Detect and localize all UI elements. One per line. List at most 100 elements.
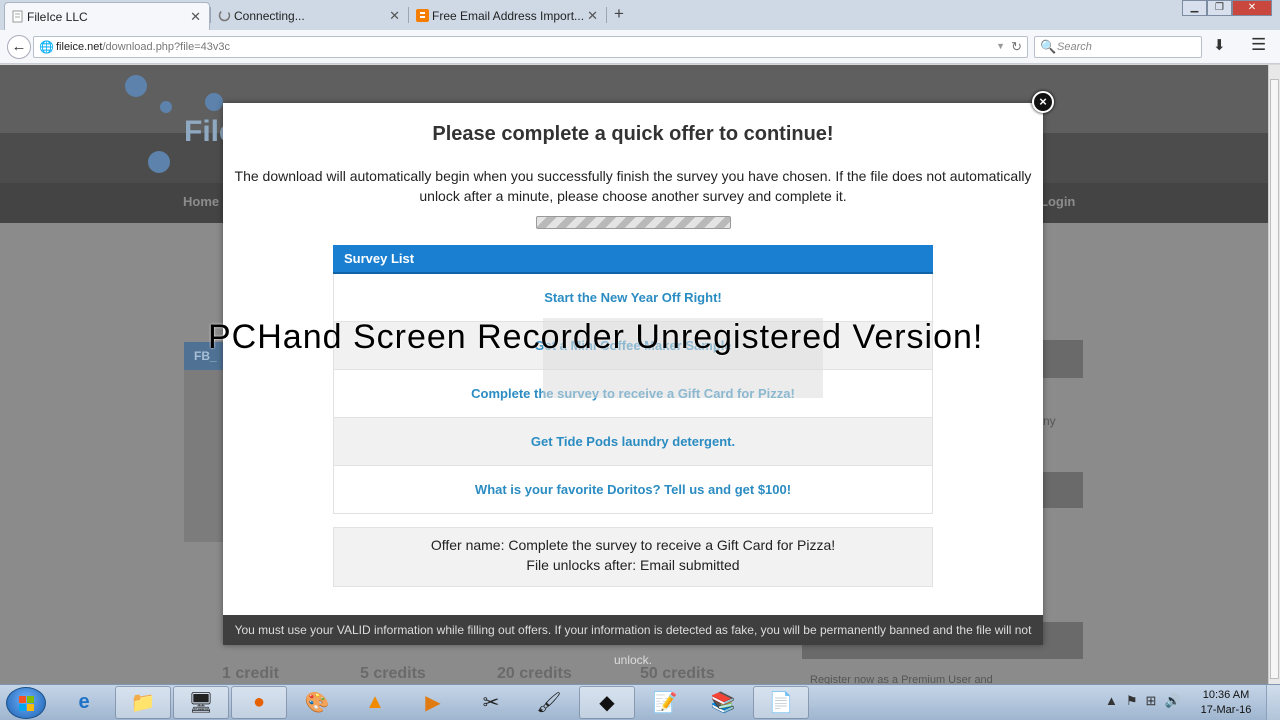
minimize-icon: ▁ bbox=[1190, 2, 1199, 13]
survey-list-header: Survey List bbox=[333, 245, 933, 274]
taskbar-media-player[interactable]: ▶ bbox=[405, 686, 461, 719]
back-arrow-icon: ← bbox=[11, 38, 27, 55]
window-close-button[interactable]: ✕ bbox=[1232, 0, 1272, 16]
reload-icon[interactable]: ↻ bbox=[1011, 39, 1022, 55]
taskbar-file[interactable]: 📄 bbox=[753, 686, 809, 719]
taskbar-paint[interactable]: 🎨 bbox=[289, 686, 345, 719]
notepad-icon: 📝 bbox=[652, 692, 678, 714]
right-panel-block bbox=[1043, 472, 1083, 508]
show-desktop-button[interactable] bbox=[1266, 685, 1280, 720]
survey-link[interactable]: Get Tide Pods laundry detergent. bbox=[333, 418, 933, 466]
logo-dot bbox=[148, 151, 170, 173]
recorder-watermark: PCHand Screen Recorder Unregistered Vers… bbox=[208, 318, 984, 356]
search-icon: 🔍 bbox=[1040, 39, 1057, 54]
tab-title: FileIce LLC bbox=[27, 9, 88, 24]
search-box[interactable]: 🔍 Search bbox=[1034, 36, 1202, 58]
taskbar-explorer[interactable]: 📁 bbox=[115, 686, 171, 719]
taskbar-ie[interactable]: e bbox=[56, 686, 112, 719]
app-icon: ◆ bbox=[599, 692, 615, 714]
new-tab-button[interactable]: + bbox=[614, 4, 624, 24]
left-panel bbox=[184, 370, 224, 542]
modal-description: The download will automatically begin wh… bbox=[234, 168, 1032, 204]
snipping-icon: ✂ bbox=[482, 692, 500, 714]
url-history-dropdown-icon[interactable]: ▼ bbox=[996, 41, 1005, 51]
blogger-icon bbox=[416, 9, 429, 22]
paint-brush-icon: 🖌 bbox=[536, 692, 562, 714]
network-icon[interactable]: ⊞ bbox=[1146, 693, 1165, 708]
url-text: fileice.net/download.php?file=43v3c bbox=[56, 41, 230, 53]
survey-link[interactable]: Start the New Year Off Right! bbox=[333, 274, 933, 322]
close-tab-icon[interactable]: ✕ bbox=[389, 8, 400, 24]
close-icon: × bbox=[1039, 94, 1047, 109]
credit-option[interactable]: 1 credit bbox=[222, 665, 279, 683]
back-button[interactable]: ← bbox=[7, 35, 31, 59]
side-text: ny bbox=[1043, 414, 1056, 428]
nav-home-link[interactable]: Home bbox=[183, 194, 219, 209]
restore-icon: ❐ bbox=[1215, 2, 1224, 13]
action-center-icon[interactable]: ⚑ bbox=[1126, 693, 1146, 708]
control-panel-icon: 🖥 bbox=[188, 692, 214, 714]
firefox-icon: ● bbox=[252, 691, 266, 713]
clock[interactable]: 10:36 AM 17-Mar-16 bbox=[1196, 688, 1256, 718]
explorer-icon: 📁 bbox=[130, 692, 156, 714]
survey-link[interactable]: What is your favorite Doritos? Tell us a… bbox=[333, 466, 933, 514]
close-tab-icon[interactable]: ✕ bbox=[190, 9, 201, 25]
taskbar-paint-brush[interactable]: 🖌 bbox=[521, 686, 577, 719]
ie-icon: e bbox=[78, 691, 90, 713]
tray-expand-icon[interactable]: ▲ bbox=[1105, 693, 1126, 708]
progress-bar bbox=[536, 216, 731, 229]
tab-divider bbox=[210, 7, 211, 23]
navigation-bar: ← 🌐 fileice.net/download.php?file=43v3c … bbox=[0, 30, 1280, 64]
page-icon bbox=[12, 10, 23, 23]
windows-logo-icon bbox=[19, 696, 34, 711]
page-scrollbar[interactable] bbox=[1268, 65, 1280, 685]
downloads-icon[interactable]: ⬇ bbox=[1213, 36, 1226, 54]
nav-login-link[interactable]: Login bbox=[1040, 194, 1075, 209]
clock-date: 17-Mar-16 bbox=[1200, 704, 1252, 716]
file-icon: 📄 bbox=[768, 692, 794, 714]
minimize-button[interactable]: ▁ bbox=[1182, 0, 1207, 16]
taskbar-winrar[interactable]: 📚 bbox=[695, 686, 751, 719]
media-player-icon: ▶ bbox=[425, 692, 441, 714]
url-host: fileice.net bbox=[56, 41, 103, 53]
logo-dot bbox=[160, 101, 172, 113]
paint-icon: 🎨 bbox=[304, 692, 330, 714]
scrollbar-thumb[interactable] bbox=[1270, 79, 1279, 679]
taskbar-app[interactable]: ◆ bbox=[579, 686, 635, 719]
taskbar-notepad[interactable]: 📝 bbox=[637, 686, 693, 719]
taskbar-firefox[interactable]: ● bbox=[231, 686, 287, 719]
clock-time: 10:36 AM bbox=[1202, 689, 1250, 701]
modal-close-button[interactable]: × bbox=[1032, 91, 1054, 113]
taskbar-control-panel[interactable]: 🖥 bbox=[173, 686, 229, 719]
offer-info-box: Offer name: Complete the survey to recei… bbox=[333, 527, 933, 587]
tab-title: Connecting... bbox=[234, 9, 305, 23]
taskbar-snipping[interactable]: ✂ bbox=[463, 686, 519, 719]
close-icon: ✕ bbox=[1247, 2, 1257, 13]
modal-title: Please complete a quick offer to continu… bbox=[432, 123, 834, 145]
taskbar: e 📁 🖥 ● 🎨 ▲ ▶ ✂ 🖌 ◆ 📝 📚 📄 ▲⚑⊞🔊 10:36 AM … bbox=[0, 684, 1280, 720]
loading-icon bbox=[218, 9, 231, 22]
tab-email-import[interactable]: Free Email Address Import... ✕ bbox=[410, 2, 606, 30]
tab-bar: FileIce LLC ✕ Connecting... ✕ Free Email… bbox=[0, 0, 1280, 30]
progress-fill bbox=[537, 217, 730, 228]
modal-warning-footer: You must use your VALID information whil… bbox=[223, 615, 1043, 667]
offer-name: Offer name: Complete the survey to recei… bbox=[430, 537, 836, 553]
menu-icon[interactable]: ☰ bbox=[1251, 35, 1266, 55]
address-bar[interactable]: 🌐 fileice.net/download.php?file=43v3c ▼ … bbox=[33, 36, 1028, 58]
tab-divider bbox=[408, 7, 409, 23]
start-button[interactable] bbox=[6, 687, 46, 719]
credit-option[interactable]: 20 credits bbox=[497, 665, 572, 683]
volume-icon[interactable]: 🔊 bbox=[1164, 693, 1188, 708]
system-tray[interactable]: ▲⚑⊞🔊 bbox=[1105, 693, 1189, 709]
tab-divider bbox=[606, 7, 607, 23]
tab-connecting[interactable]: Connecting... ✕ bbox=[212, 2, 408, 30]
unlock-condition: File unlocks after: Email submitted bbox=[526, 557, 740, 573]
globe-icon: 🌐 bbox=[39, 40, 54, 54]
search-placeholder: Search bbox=[1057, 41, 1092, 53]
logo-dot bbox=[125, 75, 147, 97]
restore-button[interactable]: ❐ bbox=[1207, 0, 1232, 16]
credit-option[interactable]: 5 credits bbox=[360, 665, 426, 683]
tab-fileice[interactable]: FileIce LLC ✕ bbox=[4, 2, 210, 30]
close-tab-icon[interactable]: ✕ bbox=[587, 8, 598, 24]
taskbar-vlc[interactable]: ▲ bbox=[347, 686, 403, 719]
